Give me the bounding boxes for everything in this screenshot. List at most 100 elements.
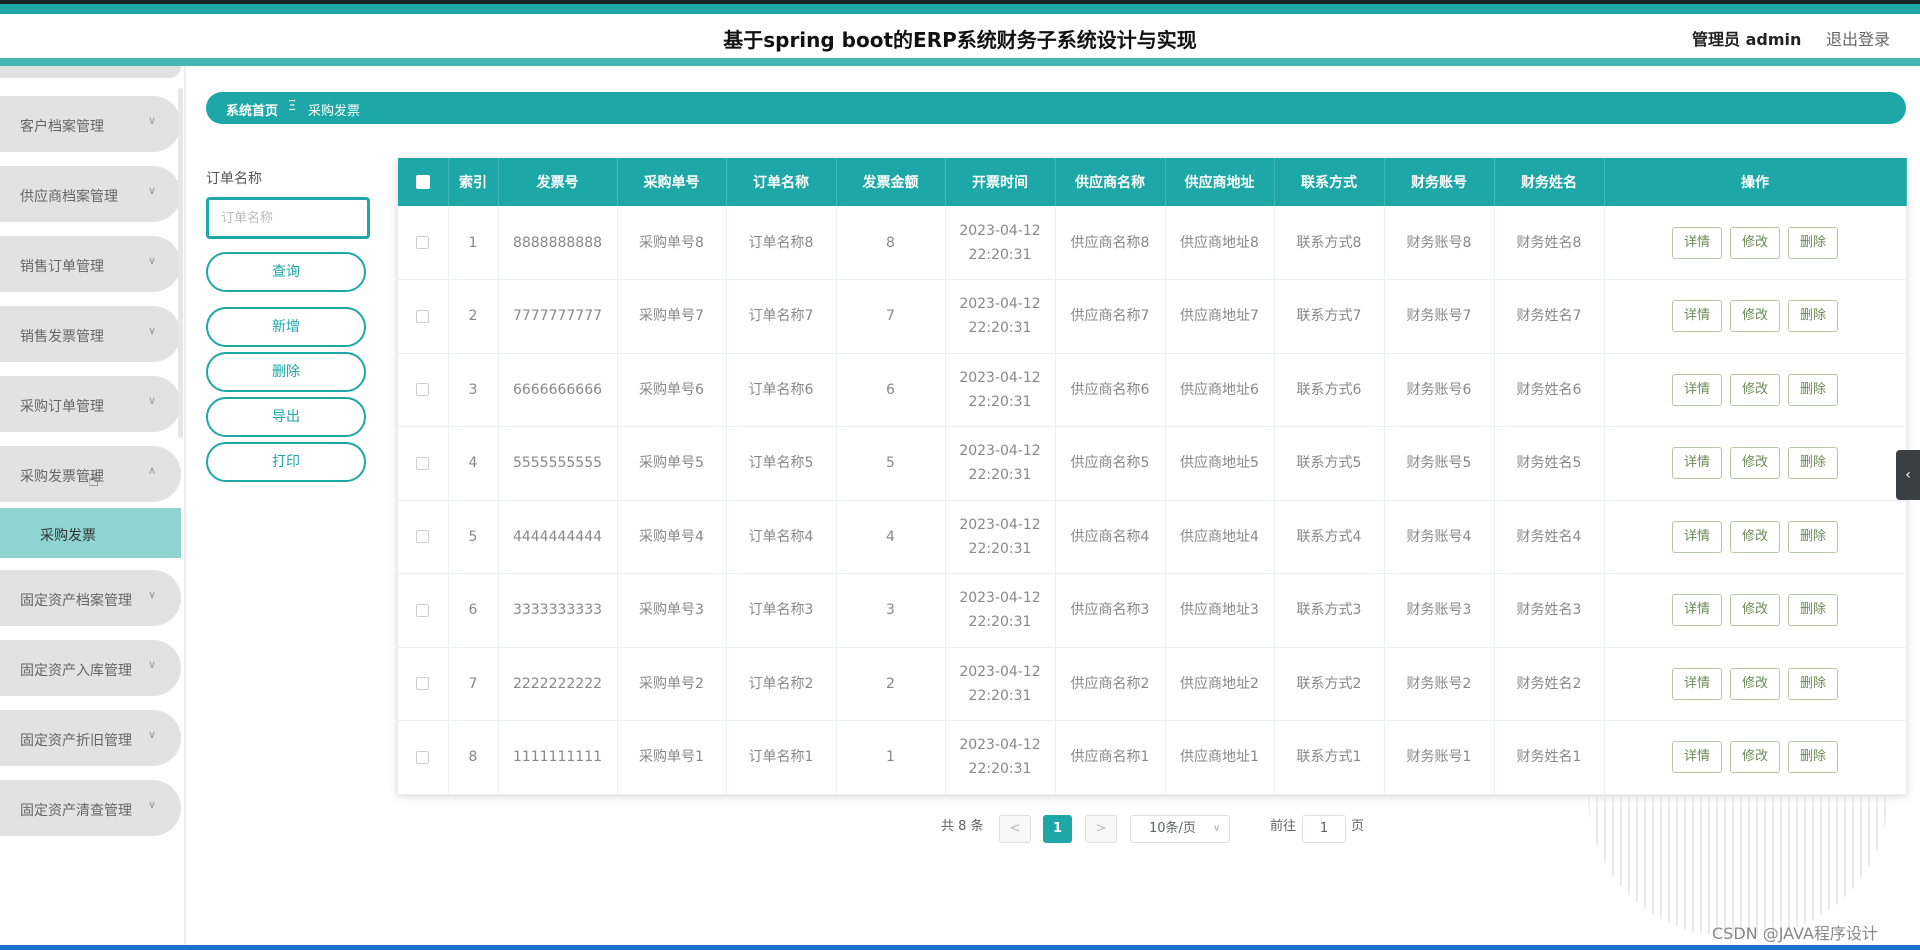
breadcrumb-home[interactable]: 系统首页 [226, 100, 278, 119]
cell-amount: 3 [836, 573, 946, 648]
cell-time: 22:20:31 [968, 614, 1032, 631]
sidebar-subitem-purchase-invoice[interactable]: 采购发票 [0, 508, 181, 558]
table-row[interactable]: 7 2222222222 采购单号2 订单名称2 2 2023-04-12 22:20:31… [398, 647, 1907, 721]
sidebar-item[interactable]: 供应商档案管理 ∨ [0, 166, 181, 222]
query-button[interactable]: 查询 [206, 252, 366, 292]
row-checkbox[interactable] [416, 383, 430, 397]
print-button[interactable]: 打印 [206, 442, 366, 482]
page-size-select[interactable]: 10条/页 ∨ [1130, 815, 1230, 843]
sidebar-item[interactable]: 采购订单管理 ∨ [0, 376, 181, 432]
sidebar-item[interactable]: 销售发票管理 ∨ [0, 306, 181, 362]
row-select-cell[interactable] [398, 500, 449, 574]
cell-amount: 1 [836, 720, 946, 795]
sidebar-item[interactable]: 客户档案管理 ∨ [0, 96, 181, 152]
row-delete-button[interactable]: 删除 [1788, 447, 1838, 480]
sidebar-item[interactable]: 销售订单管理 ∨ [0, 236, 181, 292]
row-select-cell[interactable] [398, 426, 449, 501]
table-row[interactable]: 8 1111111111 采购单号1 订单名称1 1 2023-04-12 22:20:31… [398, 720, 1907, 795]
export-button[interactable]: 导出 [206, 397, 366, 437]
edit-button[interactable]: 修改 [1730, 226, 1780, 259]
row-delete-button[interactable]: 删除 [1788, 741, 1838, 774]
pagination-goto-input[interactable]: 1 [1302, 815, 1346, 843]
sidebar-item[interactable]: 固定资产清查管理 ∨ [0, 780, 181, 836]
row-delete-button[interactable]: 删除 [1788, 594, 1838, 627]
cell-order: 订单名称1 [726, 720, 837, 795]
cell-time: 22:20:31 [968, 467, 1032, 484]
sidebar-item[interactable]: 固定资产档案管理 ∨ [0, 570, 181, 626]
row-checkbox[interactable] [416, 750, 430, 764]
sidebar-scrollbar[interactable] [178, 88, 183, 438]
delete-button[interactable]: 删除 [206, 352, 366, 392]
sidebar-item-partial[interactable] [0, 66, 181, 78]
row-checkbox[interactable] [416, 236, 430, 249]
table-row[interactable]: 5 4444444444 采购单号4 订单名称4 4 2023-04-12 22:20:31… [398, 500, 1907, 574]
chevron-down-icon: ∨ [148, 728, 157, 741]
edit-button[interactable]: 修改 [1730, 667, 1780, 700]
edit-button[interactable]: 修改 [1730, 594, 1780, 627]
row-select-cell[interactable] [398, 647, 449, 721]
row-delete-button[interactable]: 删除 [1788, 300, 1838, 333]
sidebar-item-label: 销售发票管理 [20, 329, 104, 345]
cell-contact: 联系方式1 [1274, 720, 1385, 795]
row-select-cell[interactable] [398, 573, 449, 648]
edit-button[interactable]: 修改 [1730, 520, 1780, 553]
edit-button[interactable]: 修改 [1730, 447, 1780, 480]
row-select-cell[interactable] [398, 279, 449, 354]
cell-supplier: 供应商名称7 [1055, 279, 1166, 354]
cell-po: 采购单号2 [617, 647, 727, 721]
row-delete-button[interactable]: 删除 [1788, 226, 1838, 259]
edit-button[interactable]: 修改 [1730, 300, 1780, 333]
edit-button[interactable]: 修改 [1730, 741, 1780, 774]
table-row[interactable]: 3 6666666666 采购单号6 订单名称6 6 2023-04-12 22:20:31… [398, 353, 1907, 427]
detail-button[interactable]: 详情 [1672, 594, 1722, 627]
row-checkbox[interactable] [416, 309, 430, 323]
select-all-checkbox[interactable] [415, 175, 430, 189]
side-collapse-tab[interactable]: ‹ [1896, 450, 1920, 500]
pagination-page-1[interactable]: 1 [1043, 815, 1072, 843]
row-select-cell[interactable] [398, 353, 449, 427]
edit-button[interactable]: 修改 [1730, 373, 1780, 406]
chevron-down-icon: ∨ [148, 588, 157, 601]
sidebar-item[interactable]: 固定资产入库管理 ∨ [0, 640, 181, 696]
cell-actions: 详情 修改 删除 [1604, 206, 1907, 280]
detail-button[interactable]: 详情 [1672, 226, 1722, 259]
column-header: 财务姓名 [1494, 158, 1605, 206]
detail-button[interactable]: 详情 [1672, 300, 1722, 333]
cell-supplier: 供应商名称8 [1055, 206, 1166, 280]
cell-invoice-time: 2023-04-12 22:20:31 [945, 279, 1056, 354]
row-checkbox[interactable] [416, 603, 430, 617]
sidebar-subitem-label: 采购发票 [40, 528, 96, 544]
row-delete-button[interactable]: 删除 [1788, 667, 1838, 700]
cell-actions: 详情 修改 删除 [1604, 353, 1907, 427]
table-row[interactable]: 1 8888888888 采购单号8 订单名称8 8 2023-04-12 22:20:31… [398, 206, 1907, 280]
add-button[interactable]: 新增 [206, 307, 366, 347]
detail-button[interactable]: 详情 [1672, 520, 1722, 553]
detail-button[interactable]: 详情 [1672, 741, 1722, 774]
cell-time: 22:20:31 [968, 540, 1032, 557]
table-row[interactable]: 4 5555555555 采购单号5 订单名称5 5 2023-04-12 22:20:31… [398, 426, 1907, 501]
row-checkbox[interactable] [416, 456, 430, 470]
cell-index: 7 [448, 647, 499, 721]
cell-account: 财务账号6 [1384, 353, 1495, 427]
breadcrumb-separator-icon: Ξ [288, 99, 297, 114]
cell-po: 采购单号1 [617, 720, 727, 795]
pagination-prev-button[interactable]: < [999, 815, 1031, 843]
row-select-cell[interactable] [398, 206, 449, 280]
detail-button[interactable]: 详情 [1672, 373, 1722, 406]
pagination-next-button[interactable]: > [1085, 815, 1117, 843]
row-delete-button[interactable]: 删除 [1788, 520, 1838, 553]
cell-contact: 联系方式4 [1274, 500, 1385, 574]
select-all-header[interactable] [398, 158, 449, 206]
row-delete-button[interactable]: 删除 [1788, 373, 1838, 406]
table-row[interactable]: 2 7777777777 采购单号7 订单名称7 7 2023-04-12 22:20:31… [398, 279, 1907, 354]
search-input[interactable] [206, 197, 370, 239]
table-row[interactable]: 6 3333333333 采购单号3 订单名称3 3 2023-04-12 22:20:31… [398, 573, 1907, 648]
row-checkbox[interactable] [416, 677, 430, 691]
row-checkbox[interactable] [416, 530, 430, 544]
cell-invoice-time: 2023-04-12 22:20:31 [945, 500, 1056, 574]
logout-button[interactable]: 退出登录 [1826, 26, 1890, 50]
detail-button[interactable]: 详情 [1672, 447, 1722, 480]
sidebar-item[interactable]: 固定资产折旧管理 ∨ [0, 710, 181, 766]
row-select-cell[interactable] [398, 720, 449, 795]
detail-button[interactable]: 详情 [1672, 667, 1722, 700]
